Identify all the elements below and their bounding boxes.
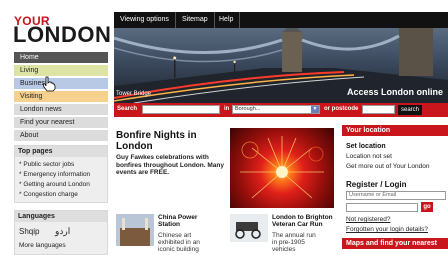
username-input[interactable]: Username or Email	[346, 191, 446, 200]
article-summary: Guy Fawkes celebrations with bonfires th…	[116, 154, 224, 176]
sidebar-item-find-your-nearest[interactable]: Find your nearest	[14, 117, 108, 128]
set-location-heading[interactable]: Set location	[346, 143, 386, 150]
maps-find-nearest-header[interactable]: Maps and find your nearest	[342, 238, 448, 249]
article-title[interactable]: Bonfire Nights in London	[116, 130, 226, 152]
news-title-line: Veteran Car Run	[272, 221, 323, 228]
logo-london: LONDON	[13, 22, 112, 47]
sidebar-item-visiting[interactable]: Visiting	[14, 91, 108, 102]
sidebar-item-business[interactable]: Business	[14, 78, 108, 89]
news-text-line: Chinese art	[158, 232, 192, 239]
news-title-china-power-station[interactable]: China Power Station	[158, 214, 197, 228]
top-nav-bar: Viewing options Sitemap Help	[114, 12, 448, 28]
language-link-shqip[interactable]: Shqip	[19, 227, 39, 236]
languages-heading: Languages	[15, 211, 107, 222]
borough-select-value: Borough...	[235, 106, 261, 112]
news-thumbnail-power-station[interactable]	[116, 214, 154, 246]
get-more-text: Get more out of Your London	[346, 163, 430, 170]
register-login-heading: Register / Login	[346, 180, 407, 189]
nav-sitemap[interactable]: Sitemap	[176, 12, 215, 28]
news-title-veteran-car-run[interactable]: London to Brighton Veteran Car Run	[272, 214, 333, 228]
fireworks-image[interactable]	[230, 128, 334, 208]
article-title-line: London	[116, 141, 153, 152]
postcode-input[interactable]	[362, 105, 395, 114]
fireworks-illustration	[240, 136, 324, 199]
hero-caption: Tower Bridge	[116, 91, 152, 97]
chevron-down-icon[interactable]: ▼	[311, 106, 319, 113]
top-page-link[interactable]: * Congestion charge	[19, 191, 78, 198]
not-registered-link[interactable]: Not registered?	[346, 216, 390, 223]
news-text-line: vehicles	[272, 246, 296, 253]
hand-cursor-icon	[42, 76, 56, 92]
top-page-link[interactable]: * Emergency information	[19, 171, 90, 178]
password-input[interactable]	[346, 203, 418, 212]
news-text-veteran-car-run: The annual run in pre-1905 vehicles	[272, 232, 316, 253]
search-bar: Search in Borough... ▼ or postcode searc…	[114, 103, 448, 117]
borough-select[interactable]: Borough... ▼	[232, 105, 320, 114]
languages-box: Languages Shqip اردو More languages	[14, 210, 108, 255]
top-pages-heading: Top pages	[15, 146, 107, 157]
postcode-label: or postcode	[324, 106, 359, 112]
news-title-line: China Power	[158, 214, 198, 221]
news-text-line: iconic building	[158, 246, 199, 253]
in-label: in	[224, 106, 230, 112]
news-text-line: in pre-1905	[272, 239, 305, 246]
search-button[interactable]: search	[398, 104, 422, 115]
sidebar-item-about[interactable]: About	[14, 130, 108, 141]
top-page-link[interactable]: * Public sector jobs	[19, 161, 74, 168]
article-title-line: Bonfire Nights in	[116, 130, 197, 141]
top-pages-box: Top pages * Public sector jobs * Emergen…	[14, 145, 108, 203]
your-location-header: Your location	[342, 125, 448, 136]
login-go-button[interactable]: go	[421, 202, 433, 212]
access-london-online: Access London online	[347, 87, 444, 97]
news-text-line: The annual run	[272, 232, 316, 239]
search-label: Search	[117, 106, 138, 112]
veteran-car-image	[230, 214, 268, 242]
location-status: Location not set	[346, 153, 392, 160]
news-text-china-power-station: Chinese art exhibited in an iconic build…	[158, 232, 200, 253]
nav-help[interactable]: Help	[213, 12, 241, 28]
search-input[interactable]	[142, 105, 220, 114]
news-title-line: Station	[158, 221, 181, 228]
news-title-line: London to Brighton	[272, 214, 333, 221]
news-text-line: exhibited in an	[158, 239, 200, 246]
forgotten-login-link[interactable]: Forgotten your login details?	[346, 226, 428, 233]
sidebar-item-home[interactable]: Home	[14, 52, 108, 63]
news-thumbnail-veteran-car[interactable]	[230, 214, 268, 242]
sidebar-item-living[interactable]: Living	[14, 65, 108, 76]
nav-viewing-options[interactable]: Viewing options	[114, 12, 176, 28]
power-station-image	[116, 214, 154, 246]
sidebar-item-london-news[interactable]: London news	[14, 104, 108, 115]
language-link-urdu[interactable]: اردو	[55, 226, 70, 237]
username-placeholder: Username or Email	[349, 192, 397, 198]
more-languages-link[interactable]: More languages	[19, 242, 66, 249]
top-page-link[interactable]: * Getting around London	[19, 181, 90, 188]
